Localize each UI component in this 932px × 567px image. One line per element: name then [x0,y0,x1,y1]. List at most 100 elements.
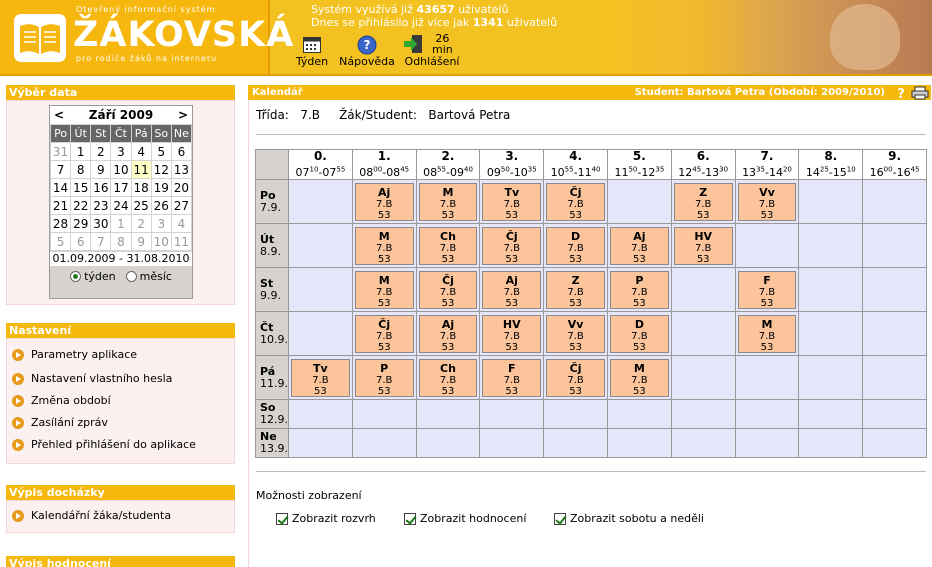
lesson-block[interactable]: Aj 7.B 53 [418,314,478,353]
timetable-cell[interactable] [862,399,927,429]
calendar-day[interactable]: 14 [51,179,71,196]
timetable-cell[interactable] [288,399,353,429]
timetable-cell[interactable] [798,355,864,400]
timetable-cell[interactable] [415,428,481,458]
lesson-block[interactable]: Ch 7.B 53 [418,358,478,397]
menu-password[interactable]: Nastavení vlastního hesla [12,372,172,385]
timetable-cell[interactable] [606,179,672,224]
timetable-cell[interactable] [288,223,353,268]
calendar-day[interactable]: 3 [151,215,171,232]
print-icon[interactable] [911,86,929,100]
calendar-day[interactable]: 11 [131,161,151,178]
timetable-cell[interactable] [288,179,353,224]
timetable-cell[interactable]: M 7.B 53 [351,223,417,268]
timetable-cell[interactable] [543,399,608,429]
timetable-cell[interactable]: M 7.B 53 [415,179,481,224]
logo[interactable]: Otevřený informační systém ŽÁKOVSKÁ pro … [0,0,293,74]
timetable-cell[interactable] [798,267,864,312]
lesson-block[interactable]: Aj 7.B 53 [609,226,669,265]
calendar-day[interactable]: 5 [51,233,71,250]
lesson-block[interactable]: Aj 7.B 53 [482,270,542,309]
calendar-day[interactable]: 13 [171,161,191,178]
timetable-cell[interactable] [670,428,736,458]
calendar-day[interactable]: 9 [91,161,111,178]
timetable-cell[interactable] [351,428,417,458]
timetable-cell[interactable] [543,428,608,458]
timetable-cell[interactable] [479,399,545,429]
checkbox-show-weekend[interactable]: Zobrazit sobotu a neděli [554,512,704,525]
lesson-block[interactable]: D 7.B 53 [546,226,605,265]
timetable-cell[interactable]: Čj 7.B 53 [543,179,608,224]
calendar-day[interactable]: 19 [151,179,171,196]
timetable-cell[interactable]: Z 7.B 53 [670,179,736,224]
timetable-cell[interactable] [415,399,481,429]
timetable-cell[interactable] [798,311,864,356]
radio-month[interactable]: měsíc [125,270,172,283]
calendar-day[interactable]: 2 [91,143,111,160]
timetable-cell[interactable]: Tv 7.B 53 [288,355,353,400]
lesson-block[interactable]: P 7.B 53 [354,358,414,397]
timetable-cell[interactable] [670,355,736,400]
timetable-cell[interactable] [606,399,672,429]
lesson-block[interactable]: HV 7.B 53 [673,226,733,265]
lesson-block[interactable]: Vv 7.B 53 [737,182,797,221]
timetable-cell[interactable] [798,428,864,458]
lesson-block[interactable]: Čj 7.B 53 [418,270,478,309]
timetable-cell[interactable] [862,355,927,400]
lesson-block[interactable]: Čj 7.B 53 [546,182,605,221]
timetable-cell[interactable]: Aj 7.B 53 [606,223,672,268]
calendar-day[interactable]: 7 [51,161,71,178]
checkbox-show-schedule[interactable]: Zobrazit rozvrh [276,512,376,525]
timetable-cell[interactable] [670,311,736,356]
calendar-day[interactable]: 30 [91,215,111,232]
lesson-block[interactable]: Tv 7.B 53 [482,182,542,221]
timetable-cell[interactable] [670,399,736,429]
lesson-block[interactable]: Z 7.B 53 [546,270,605,309]
calendar-day[interactable]: 31 [51,143,71,160]
timetable-cell[interactable]: Čj 7.B 53 [351,311,417,356]
calendar-day[interactable]: 6 [71,233,91,250]
timetable-cell[interactable]: Ch 7.B 53 [415,355,481,400]
timetable-cell[interactable]: Tv 7.B 53 [479,179,545,224]
timetable-cell[interactable]: Aj 7.B 53 [479,267,545,312]
timetable-cell[interactable] [862,179,927,224]
timetable-cell[interactable]: Vv 7.B 53 [734,179,800,224]
timetable-cell[interactable] [734,355,800,400]
calendar-day[interactable]: 16 [91,179,111,196]
next-month-button[interactable]: > [178,108,188,122]
calendar-day[interactable]: 8 [71,161,91,178]
calendar-day[interactable]: 18 [131,179,151,196]
menu-app-parameters[interactable]: Parametry aplikace [12,348,137,361]
calendar-day[interactable]: 4 [171,215,191,232]
calendar-day[interactable]: 26 [151,197,171,214]
calendar-day[interactable]: 2 [131,215,151,232]
lesson-block[interactable]: M 7.B 53 [418,182,478,221]
help-small-icon[interactable]: ? [895,86,907,100]
timetable-cell[interactable]: M 7.B 53 [351,267,417,312]
calendar-day[interactable]: 21 [51,197,71,214]
calendar-day[interactable]: 25 [131,197,151,214]
lesson-block[interactable]: F 7.B 53 [737,270,797,309]
calendar-day[interactable]: 20 [171,179,191,196]
radio-week[interactable]: týden [70,270,116,283]
lesson-block[interactable]: M 7.B 53 [354,270,414,309]
timetable-cell[interactable] [606,428,672,458]
calendar-day[interactable]: 17 [111,179,131,196]
timetable-cell[interactable]: Aj 7.B 53 [415,311,481,356]
timetable-cell[interactable]: Vv 7.B 53 [543,311,608,356]
timetable-cell[interactable]: F 7.B 53 [734,267,800,312]
lesson-block[interactable]: D 7.B 53 [609,314,669,353]
calendar-day[interactable]: 8 [111,233,131,250]
lesson-block[interactable]: Tv 7.B 53 [291,358,350,397]
logout-button[interactable]: 26 min Odhlášení [402,33,462,68]
lesson-block[interactable]: Čj 7.B 53 [482,226,542,265]
timetable-cell[interactable]: P 7.B 53 [606,267,672,312]
timetable-cell[interactable] [862,223,927,268]
timetable-cell[interactable]: Ch 7.B 53 [415,223,481,268]
calendar-day[interactable]: 12 [151,161,171,178]
timetable-cell[interactable]: Čj 7.B 53 [415,267,481,312]
calendar-day[interactable]: 1 [71,143,91,160]
timetable-cell[interactable] [862,428,927,458]
lesson-block[interactable]: Čj 7.B 53 [354,314,414,353]
calendar-day[interactable]: 27 [171,197,191,214]
